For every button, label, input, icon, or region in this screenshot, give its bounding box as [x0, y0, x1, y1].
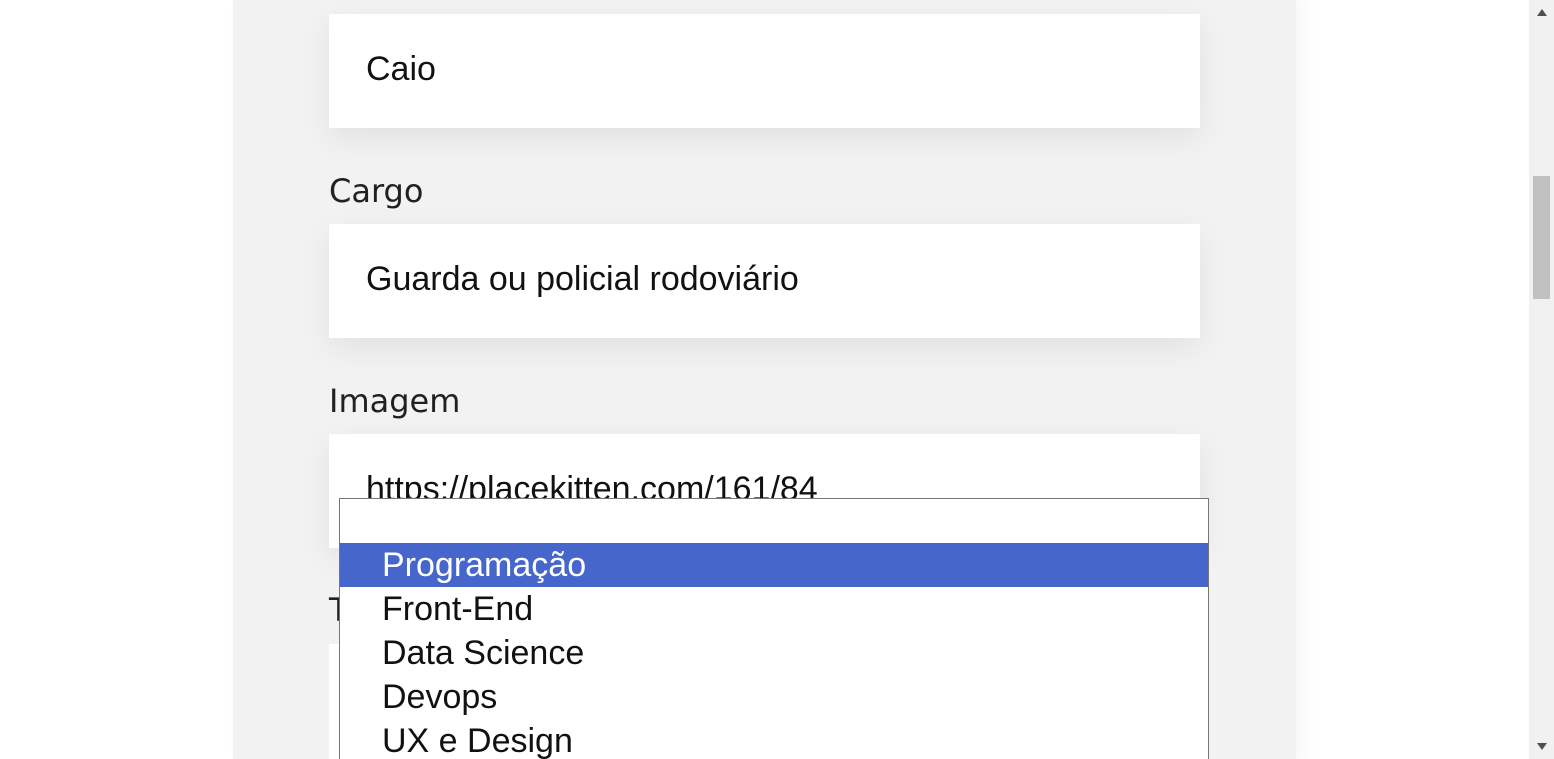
cargo-input[interactable]: Guarda ou policial rodoviário — [329, 224, 1200, 338]
time-dropdown-list[interactable]: Programação Front-End Data Science Devop… — [339, 498, 1209, 759]
triangle-up-icon[interactable] — [1529, 2, 1554, 22]
dropdown-option-programacao[interactable]: Programação — [340, 543, 1208, 587]
dropdown-option-data-science[interactable]: Data Science — [340, 631, 1208, 675]
page-scrollbar[interactable] — [1529, 0, 1554, 759]
nome-input-value: Caio — [366, 50, 436, 88]
triangle-down-icon[interactable] — [1529, 736, 1554, 756]
page: Caio Cargo Guarda ou policial rodoviário… — [0, 0, 1554, 759]
scrollbar-thumb[interactable] — [1533, 176, 1550, 299]
dropdown-option-devops[interactable]: Devops — [340, 675, 1208, 719]
dropdown-option-empty[interactable] — [340, 499, 1208, 543]
nome-input[interactable]: Caio — [329, 14, 1200, 128]
dropdown-option-front-end[interactable]: Front-End — [340, 587, 1208, 631]
cargo-input-value: Guarda ou policial rodoviário — [366, 260, 799, 298]
dropdown-option-ux-design[interactable]: UX e Design — [340, 719, 1208, 759]
imagem-label: Imagem — [329, 382, 461, 420]
cargo-label: Cargo — [329, 172, 424, 210]
